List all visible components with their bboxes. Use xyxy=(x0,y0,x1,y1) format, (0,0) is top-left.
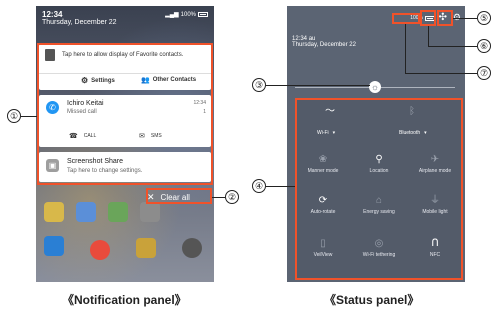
battery-icon xyxy=(198,12,208,17)
battery-highlight xyxy=(392,13,420,24)
callout-6: ⑥ xyxy=(477,39,491,53)
callout-7-leader xyxy=(405,73,477,74)
status-date: Thursday, December 22 xyxy=(42,19,117,26)
brightness-icon[interactable]: ☼ xyxy=(369,81,381,93)
callout-6-leader xyxy=(428,46,477,47)
settings-app-icon[interactable] xyxy=(140,202,160,222)
callout-4: ④ xyxy=(252,179,266,193)
callout-1: ① xyxy=(7,109,21,123)
signal-icon: ▂▄▆ xyxy=(165,12,179,18)
camera-icon[interactable] xyxy=(182,238,202,258)
chrome-icon[interactable] xyxy=(90,240,110,260)
move-highlight xyxy=(420,10,436,26)
clear-all-highlight xyxy=(146,188,212,204)
callout-4-leader xyxy=(266,186,295,187)
notification-panel-caption: 《Notification panel》 xyxy=(62,293,187,307)
callout-6-leader-v xyxy=(428,26,429,46)
app-icon[interactable] xyxy=(76,202,96,222)
callout-5: ⑤ xyxy=(477,11,491,25)
status-header: 12:34 au Thursday, December 22 xyxy=(292,36,356,48)
app-icon[interactable] xyxy=(44,236,64,256)
callout-7: ⑦ xyxy=(477,66,491,80)
app-icon[interactable] xyxy=(44,202,64,222)
callout-2-leader xyxy=(212,197,225,198)
callout-3: ③ xyxy=(252,78,266,92)
callout-7-leader-v xyxy=(405,24,406,73)
battery-percent: 100% xyxy=(180,11,196,18)
quick-settings-highlight xyxy=(295,98,463,280)
status-bar: 12:34 Thursday, December 22 ▂▄▆ 100% xyxy=(36,6,214,42)
notifications-highlight xyxy=(37,43,213,185)
callout-5-leader xyxy=(453,18,477,19)
callout-1-leader xyxy=(21,116,37,117)
app-icon[interactable] xyxy=(136,238,156,258)
callout-2: ② xyxy=(225,190,239,204)
callout-3-leader xyxy=(266,85,370,86)
app-icon[interactable] xyxy=(108,202,128,222)
status-panel-caption: 《Status panel》 xyxy=(324,293,420,307)
status-date: Thursday, December 22 xyxy=(292,42,356,48)
settings-highlight xyxy=(437,10,453,26)
status-icons: ▂▄▆ 100% xyxy=(165,11,208,18)
